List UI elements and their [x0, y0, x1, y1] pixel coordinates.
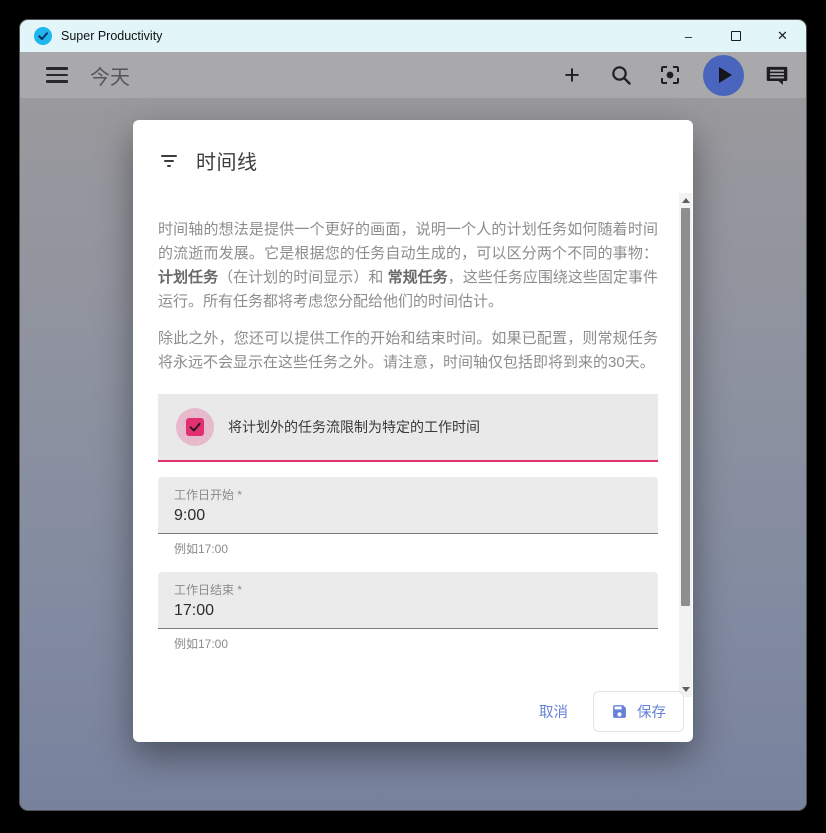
save-button[interactable]: 保存	[593, 691, 684, 732]
dialog-title: 时间线	[196, 146, 258, 175]
regular-tasks-term: 常规任务	[388, 269, 448, 286]
workday-end-input[interactable]	[174, 602, 642, 620]
restrict-hours-checkbox-row[interactable]: 将计划外的任务流限制为特定的工作时间	[158, 394, 658, 462]
workday-start-hint: 例如17:00	[174, 540, 658, 557]
checkbox-checked-icon[interactable]	[186, 418, 204, 436]
window-controls: – ✕	[665, 20, 806, 52]
scroll-up-icon[interactable]	[682, 198, 690, 203]
workday-end-field: 工作日结束 * 例如17:00	[158, 572, 658, 652]
workday-start-field: 工作日开始 * 例如17:00	[158, 477, 658, 557]
window-title: Super Productivity	[61, 29, 665, 43]
workday-start-input[interactable]	[174, 507, 642, 525]
save-button-label: 保存	[637, 701, 666, 722]
save-icon	[611, 703, 628, 720]
add-task-icon[interactable]: +	[559, 62, 585, 88]
checkbox-ripple	[176, 408, 214, 446]
work-hours-paragraph: 除此之外，您还可以提供工作的开始和结束时间。如果已配置，则常规任务将永远不会显示…	[158, 327, 658, 375]
timeline-dialog: 时间线 时间轴的想法是提供一个更好的画面，说明一个人的计划任务如何随着时间的流逝…	[133, 120, 693, 742]
dialog-scrollbar[interactable]	[679, 193, 692, 697]
comment-icon[interactable]	[764, 62, 790, 88]
workday-start-box[interactable]: 工作日开始 *	[158, 477, 658, 534]
workday-end-hint: 例如17:00	[174, 635, 658, 652]
cancel-button[interactable]: 取消	[522, 692, 585, 731]
play-icon	[719, 67, 732, 83]
maximize-icon	[731, 31, 741, 41]
search-icon[interactable]	[608, 62, 634, 88]
screen: Super Productivity – ✕ 今天 +	[0, 0, 826, 833]
titlebar: Super Productivity – ✕	[20, 20, 806, 52]
dialog-actions: 取消 保存	[133, 690, 693, 742]
minimize-button[interactable]: –	[665, 20, 712, 52]
workday-end-label: 工作日结束 *	[174, 581, 642, 598]
scrollbar-thumb[interactable]	[681, 208, 690, 606]
scheduled-tasks-term: 计划任务	[158, 269, 218, 286]
play-button[interactable]	[703, 55, 744, 96]
app-logo-icon	[34, 27, 52, 45]
dialog-header: 时间线	[159, 146, 258, 175]
page-title: 今天	[90, 61, 130, 90]
toolbar-icons: +	[559, 55, 790, 96]
checkbox-label[interactable]: 将计划外的任务流限制为特定的工作时间	[228, 417, 480, 437]
maximize-button[interactable]	[712, 20, 759, 52]
close-button[interactable]: ✕	[759, 20, 806, 52]
main-toolbar: 今天 +	[20, 52, 806, 98]
workday-start-label: 工作日开始 *	[174, 486, 642, 503]
intro-paragraph: 时间轴的想法是提供一个更好的画面，说明一个人的计划任务如何随着时间的流逝而发展。…	[158, 218, 658, 314]
workday-end-box[interactable]: 工作日结束 *	[158, 572, 658, 629]
menu-icon[interactable]	[46, 63, 70, 87]
focus-mode-icon[interactable]	[657, 62, 683, 88]
dialog-content: 时间轴的想法是提供一个更好的画面，说明一个人的计划任务如何随着时间的流逝而发展。…	[158, 193, 658, 652]
filter-icon	[159, 155, 179, 167]
